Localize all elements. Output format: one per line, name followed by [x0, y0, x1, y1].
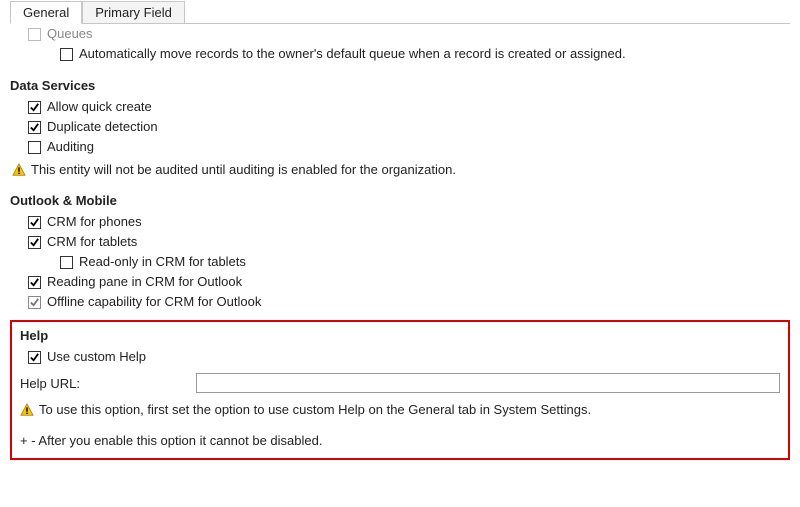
auditing-warning-text: This entity will not be audited until au… — [31, 161, 456, 179]
readonly-tablets-label: Read-only in CRM for tablets — [79, 253, 246, 271]
reading-pane-label: Reading pane in CRM for Outlook — [47, 273, 242, 291]
warning-icon — [12, 163, 26, 177]
auto-move-queue-checkbox[interactable] — [60, 48, 73, 61]
tab-primary-field[interactable]: Primary Field — [82, 1, 185, 23]
duplicate-detection-label: Duplicate detection — [47, 118, 158, 136]
crm-phones-label: CRM for phones — [47, 213, 142, 231]
tab-bar: General Primary Field — [10, 0, 790, 24]
reading-pane-checkbox[interactable] — [28, 276, 41, 289]
offline-capability-label: Offline capability for CRM for Outlook — [47, 293, 261, 311]
outlook-mobile-header: Outlook & Mobile — [10, 193, 790, 208]
auto-move-queue-label: Automatically move records to the owner'… — [79, 45, 626, 63]
allow-quick-create-label: Allow quick create — [47, 98, 152, 116]
crm-phones-checkbox[interactable] — [28, 216, 41, 229]
allow-quick-create-checkbox[interactable] — [28, 101, 41, 114]
use-custom-help-checkbox[interactable] — [28, 351, 41, 364]
data-services-header: Data Services — [10, 78, 790, 93]
warning-icon — [20, 403, 34, 417]
auditing-checkbox[interactable] — [28, 141, 41, 154]
crm-tablets-checkbox[interactable] — [28, 236, 41, 249]
auditing-label: Auditing — [47, 138, 94, 156]
queues-checkbox[interactable] — [28, 28, 41, 41]
help-url-input[interactable] — [196, 373, 780, 393]
help-header: Help — [20, 328, 780, 343]
help-section: Help Use custom Help Help URL: To use th… — [10, 320, 790, 460]
help-url-label: Help URL: — [20, 376, 196, 391]
help-warning-text: To use this option, first set the option… — [39, 401, 591, 419]
duplicate-detection-checkbox[interactable] — [28, 121, 41, 134]
queues-label: Queues — [47, 25, 93, 43]
use-custom-help-label: Use custom Help — [47, 348, 146, 366]
help-footnote: + - After you enable this option it cann… — [20, 433, 780, 448]
tab-general[interactable]: General — [10, 1, 82, 24]
readonly-tablets-checkbox[interactable] — [60, 256, 73, 269]
offline-capability-checkbox[interactable] — [28, 296, 41, 309]
crm-tablets-label: CRM for tablets — [47, 233, 137, 251]
